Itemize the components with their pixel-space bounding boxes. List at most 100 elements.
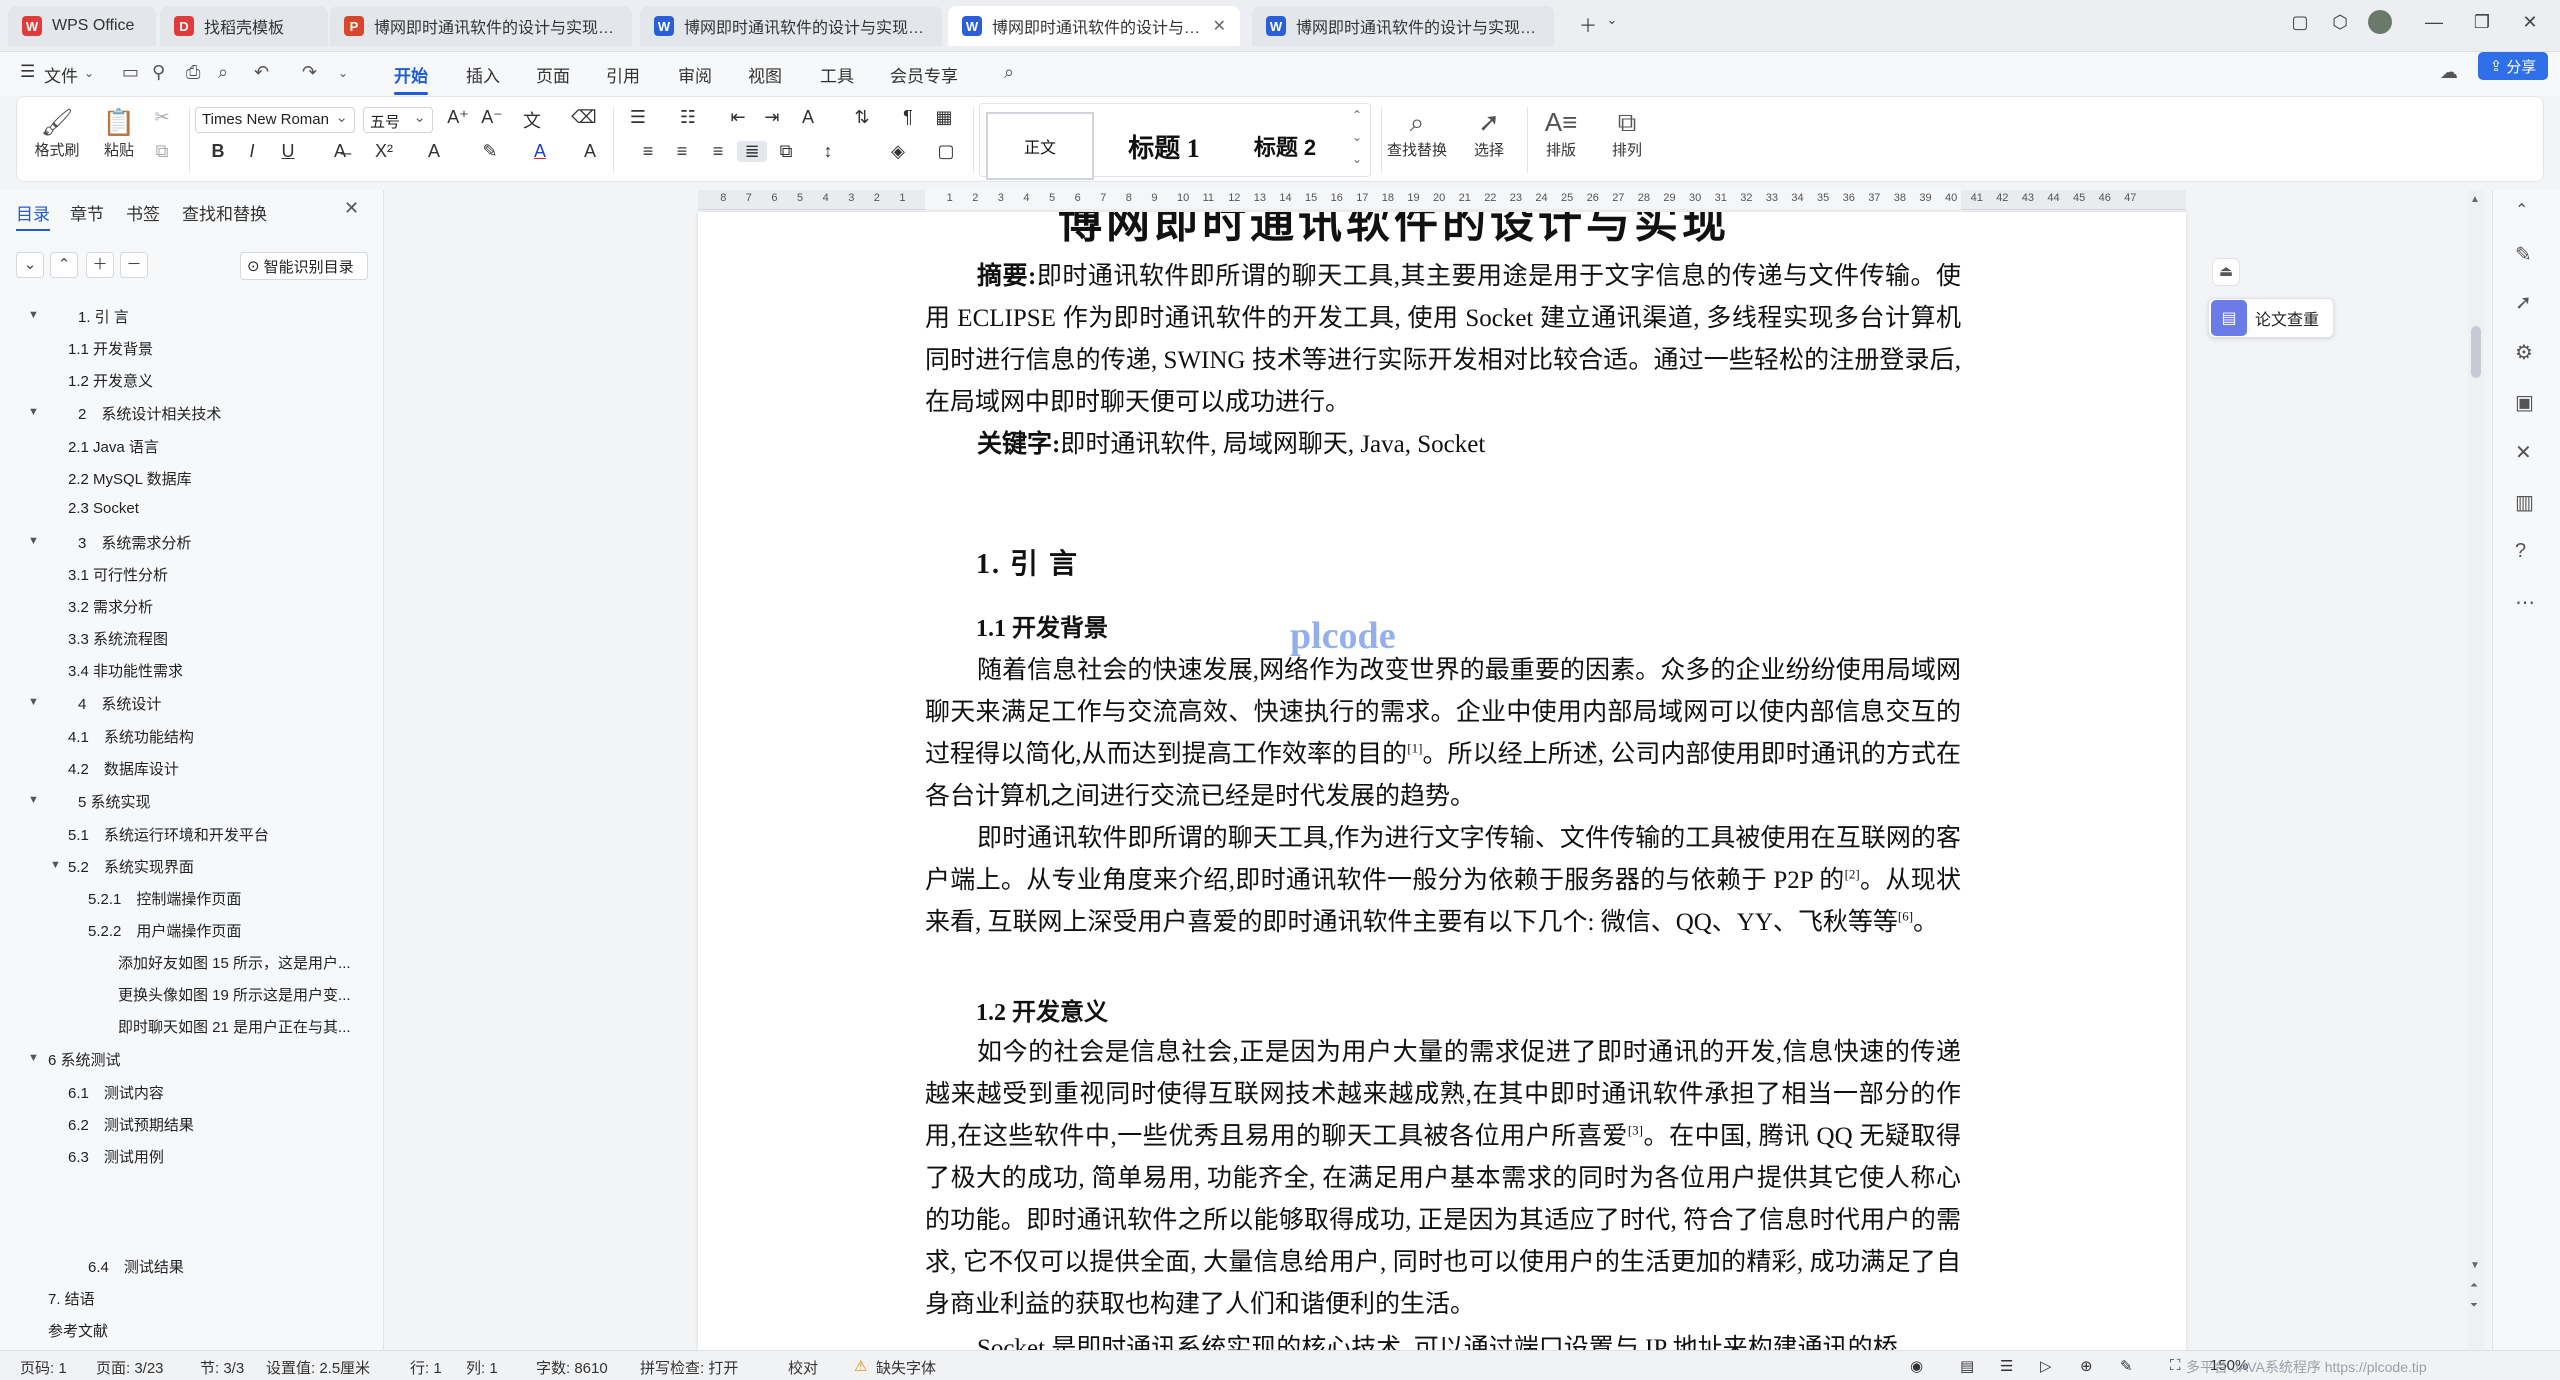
tools-icon[interactable]: ✕ <box>2515 440 2532 465</box>
border-icon[interactable]: ▢ <box>931 141 961 162</box>
status-proof[interactable]: 校对 <box>788 1357 818 1378</box>
plagiarism-check-button[interactable]: ▤ 论文查重 <box>2208 298 2334 338</box>
print-preview-icon[interactable]: ⌕ <box>218 62 228 83</box>
toc-item[interactable]: 5.2.2 用户端操作页面 <box>88 920 364 941</box>
cut-icon[interactable]: ✂ <box>147 107 177 128</box>
nav-tab-2[interactable]: 章节 <box>70 200 104 225</box>
nav-tab-1[interactable]: 目录 <box>16 200 50 231</box>
add-heading-icon[interactable]: ＋ <box>86 252 114 278</box>
toc-item[interactable]: 3.4 非功能性需求 <box>68 660 364 681</box>
status-section[interactable]: 节: 3/3 <box>200 1357 244 1378</box>
toc-item[interactable]: 3.3 系统流程图 <box>68 628 364 649</box>
help-icon[interactable]: ? <box>2515 540 2526 563</box>
char-shading-icon[interactable]: A <box>575 141 605 162</box>
bullet-list-icon[interactable]: ☰ <box>623 107 653 128</box>
show-marks-icon[interactable]: ¶ <box>893 107 923 128</box>
collapse-side-icon[interactable]: ⏏ <box>2212 258 2240 286</box>
collapse-all-icon[interactable]: ⌄ <box>16 252 44 278</box>
smart-toc-button[interactable]: ⊙ 智能识别目录 <box>240 252 368 280</box>
tab-5[interactable]: W 博网即时通讯软件的设计与实现毕业论文 ✕ <box>948 6 1240 46</box>
style-up-icon[interactable]: ⌃ <box>1352 108 1362 122</box>
toc-item[interactable]: 3.1 可行性分析 <box>68 564 364 585</box>
style-heading1[interactable]: 标题 1 <box>1104 112 1224 180</box>
sort-icon[interactable]: ⇅ <box>847 107 877 128</box>
menu-item-1[interactable]: 开始 <box>394 62 428 95</box>
file-chevron-icon[interactable]: ⌄ <box>84 66 94 80</box>
expand-up-icon[interactable]: ⌃ <box>50 252 78 278</box>
nav-tab-3[interactable]: 书签 <box>126 200 160 225</box>
tab-4[interactable]: W 博网即时通讯软件的设计与实现毕业论文 <box>640 6 942 46</box>
toc-item[interactable]: 5.1 系统运行环境和开发平台 <box>68 824 364 845</box>
toc-item[interactable]: 6 系统测试 <box>48 1049 364 1070</box>
toc-item[interactable]: 4 系统设计 <box>78 693 364 714</box>
cube-icon[interactable]: ⬡ <box>2326 12 2354 33</box>
menu-item-3[interactable]: 页面 <box>536 62 570 87</box>
status-page[interactable]: 页面: 3/23 <box>96 1357 164 1378</box>
toc-item[interactable]: 6.3 测试用例 <box>68 1146 364 1167</box>
toc-item[interactable]: 1.1 开发背景 <box>68 338 364 359</box>
font-size-select[interactable]: 五号 <box>363 107 433 133</box>
status-spellcheck[interactable]: 拼写检查: 打开 <box>640 1357 738 1378</box>
avatar[interactable] <box>2366 10 2394 39</box>
menu-item-7[interactable]: 工具 <box>820 62 854 87</box>
bold-icon[interactable]: B <box>203 141 233 162</box>
toc-item[interactable]: 4.2 数据库设计 <box>68 758 364 779</box>
toc-item[interactable]: 6.2 测试预期结果 <box>68 1114 364 1135</box>
toc-item[interactable]: 更换头像如图 19 所示这是用户变... <box>118 984 364 1005</box>
toc-item[interactable]: 5.2 系统实现界面 <box>68 856 364 877</box>
toc-item[interactable]: 7. 结语 <box>48 1288 364 1309</box>
toc-item[interactable]: 4.1 系统功能结构 <box>68 726 364 747</box>
underline-icon[interactable]: U <box>273 141 303 162</box>
scroll-thumb[interactable] <box>2471 326 2481 378</box>
prev-page-icon[interactable]: ⏶ <box>2470 1280 2478 1291</box>
align-right-icon[interactable]: ≡ <box>703 141 733 162</box>
tab-6[interactable]: W 博网即时通讯软件的设计与实现毕业论文 <box>1252 6 1554 46</box>
justify-icon[interactable]: ≣ <box>737 141 767 162</box>
document-page[interactable]: 博网即时通讯软件的设计与实现 摘要:即时通讯软件即所谓的聊天工具,其主要用途是用… <box>698 212 2186 1350</box>
scroll-up-icon[interactable]: ▲ <box>2470 194 2480 205</box>
restore-icon[interactable]: ❐ <box>2468 12 2496 33</box>
toc-item[interactable]: 2.3 Socket <box>68 500 364 517</box>
more-icon[interactable]: ⋯ <box>2515 590 2535 615</box>
table-icon[interactable]: ▦ <box>929 107 959 128</box>
find-replace-button[interactable]: ⌕ 查找替换 <box>1375 105 1459 160</box>
hamburger-icon[interactable]: ☰ <box>20 62 35 82</box>
search-icon[interactable]: ⌕ <box>1004 62 1014 83</box>
style-down-icon[interactable]: ⌄ <box>1352 130 1362 144</box>
more-chevron-icon[interactable]: ⌄ <box>338 66 348 80</box>
status-page-code[interactable]: 页码: 1 <box>20 1357 67 1378</box>
superscript-icon[interactable]: X² <box>369 141 399 162</box>
numbered-list-icon[interactable]: ☷ <box>673 107 703 128</box>
pointer-icon[interactable]: ➚ <box>2515 290 2532 315</box>
toc-expand-icon[interactable]: ▼ <box>28 535 39 547</box>
toc-expand-icon[interactable]: ▼ <box>28 406 39 418</box>
status-col[interactable]: 列: 1 <box>466 1357 498 1378</box>
menu-item-8[interactable]: 会员专享 <box>890 62 958 87</box>
eye-icon[interactable]: ◉ <box>1910 1357 1923 1375</box>
close-tab-icon[interactable]: ✕ <box>1213 16 1226 36</box>
rail-collapse-icon[interactable]: ⌃ <box>2515 200 2528 220</box>
layout-button[interactable]: A≡ 排版 <box>1531 105 1591 160</box>
toc-item[interactable]: 6.4 测试结果 <box>88 1256 364 1277</box>
scroll-down-icon[interactable]: ▼ <box>2470 1260 2480 1271</box>
page-view-icon[interactable]: ▤ <box>1960 1357 1974 1375</box>
phonetic-icon[interactable]: 文 <box>517 107 547 133</box>
strikethrough-icon[interactable]: A̶ <box>325 141 355 162</box>
toc-item[interactable]: 5.2.1 控制端操作页面 <box>88 888 364 909</box>
pen-icon[interactable]: ✎ <box>2515 242 2532 267</box>
tab-2[interactable]: D 找稻壳模板 <box>160 6 328 46</box>
horizontal-ruler[interactable]: 8 7 6 5 4 3 2 1 1 2 3 4 5 6 7 8 9 10 11 12 13 14 15 16 17 18 19 20 2… <box>698 190 2186 210</box>
toc-expand-icon[interactable]: ▼ <box>28 696 39 708</box>
menu-item-6[interactable]: 视图 <box>748 62 782 87</box>
redo-icon[interactable]: ↷ <box>302 62 317 83</box>
grow-font-icon[interactable]: A⁺ <box>443 107 473 128</box>
link-icon[interactable]: ⚲ <box>152 62 165 83</box>
font-color-icon[interactable]: A <box>525 141 555 162</box>
italic-icon[interactable]: I <box>237 141 267 162</box>
style-normal[interactable]: 正文 <box>986 112 1094 180</box>
paste-button[interactable]: 📋 粘贴 <box>89 105 149 160</box>
fit-icon[interactable]: ⛶ <box>2170 1357 2181 1374</box>
toc-item[interactable]: 5 系统实现 <box>78 791 364 812</box>
increase-indent-icon[interactable]: ⇥ <box>757 107 787 128</box>
select-button[interactable]: ➚ 选择 <box>1459 105 1519 160</box>
